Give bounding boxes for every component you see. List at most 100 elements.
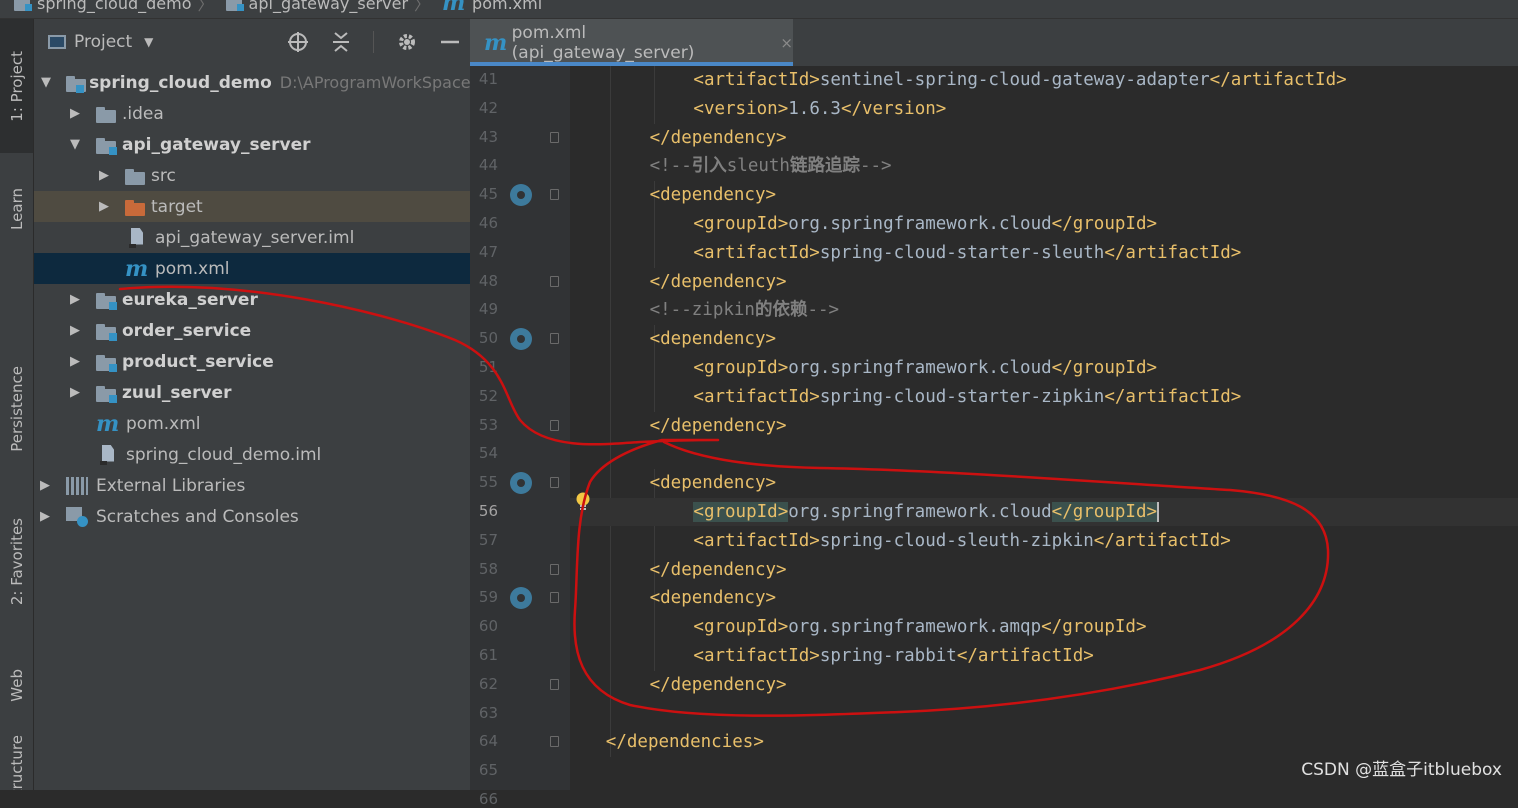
line-number: 65 bbox=[478, 761, 498, 780]
locate-icon[interactable] bbox=[287, 31, 309, 53]
fold-marker-icon[interactable] bbox=[550, 131, 559, 143]
tab-pom-xml[interactable]: m pom.xml (api_gateway_server) × bbox=[470, 19, 793, 66]
collapsed-arrow-icon[interactable]: ▶ bbox=[38, 509, 52, 524]
code-line: <!--引入sleuth链路追踪--> bbox=[650, 152, 892, 180]
tool-tab-persistence[interactable]: Persistence bbox=[0, 339, 33, 479]
tree-item-pom-xml[interactable]: m pom.xml bbox=[34, 253, 470, 284]
line-number: 49 bbox=[478, 300, 498, 319]
editor-gutter[interactable]: 41 42 43 44 45 46 47 48 49 50 51 52 53 54 55 56 57 58 59 60… bbox=[470, 66, 570, 808]
xml-bracket: </ bbox=[1051, 502, 1073, 522]
xml-comment: 引入 bbox=[691, 156, 727, 177]
tree-item-api-gateway-server-iml[interactable]: api_gateway_server.iml bbox=[34, 222, 470, 253]
dependency-gutter-icon[interactable] bbox=[510, 587, 532, 610]
xml-tag: artifactId bbox=[977, 646, 1084, 666]
fold-marker-icon[interactable] bbox=[550, 333, 559, 345]
tree-item-src[interactable]: ▶ src bbox=[34, 160, 470, 191]
line-number: 62 bbox=[478, 674, 498, 693]
xml-text: org.springframework.amqp bbox=[788, 617, 1042, 638]
fold-marker-icon[interactable] bbox=[550, 592, 559, 604]
code-line: <version>1.6.3</version> bbox=[693, 95, 946, 123]
collapsed-arrow-icon[interactable]: ▶ bbox=[97, 199, 111, 214]
xml-tag: version bbox=[703, 98, 778, 119]
expanded-arrow-icon[interactable]: ▼ bbox=[40, 75, 52, 90]
tree-item-idea[interactable]: ▶ .idea bbox=[34, 98, 470, 129]
line-number: 54 bbox=[478, 444, 498, 463]
project-view-selector[interactable]: Project ▼ bbox=[48, 32, 153, 52]
tree-item-product-service[interactable]: ▶ product_service bbox=[34, 346, 470, 377]
tool-tab-structure[interactable]: Structure bbox=[0, 735, 33, 790]
hide-icon[interactable] bbox=[440, 31, 460, 53]
collapsed-arrow-icon[interactable]: ▶ bbox=[97, 168, 111, 183]
collapsed-arrow-icon[interactable]: ▶ bbox=[68, 385, 82, 400]
fold-marker-icon[interactable] bbox=[550, 563, 559, 575]
xml-text: spring-cloud-starter-sleuth bbox=[819, 242, 1105, 263]
tool-tab-learn[interactable]: Learn bbox=[0, 157, 33, 261]
collapsed-arrow-icon[interactable]: ▶ bbox=[38, 478, 52, 493]
collapsed-arrow-icon[interactable]: ▶ bbox=[68, 106, 82, 121]
indent-guide bbox=[609, 66, 611, 758]
dependency-gutter-icon[interactable] bbox=[510, 328, 532, 351]
tool-window-stripe: 1: Project Learn Persistence 2: Favorite… bbox=[0, 19, 34, 790]
collapsed-arrow-icon[interactable]: ▶ bbox=[68, 323, 82, 338]
tree-item-root-pom-xml[interactable]: m pom.xml bbox=[34, 408, 470, 439]
fold-marker-icon[interactable] bbox=[550, 736, 559, 748]
tree-item-spring-cloud-demo[interactable]: ▼ spring_cloud_demo D:\AProgramWorkSpace… bbox=[34, 67, 470, 98]
xml-bracket: > bbox=[777, 358, 789, 378]
xml-bracket: > bbox=[765, 588, 777, 609]
fold-marker-icon[interactable] bbox=[550, 477, 559, 489]
breadcrumb-file[interactable]: m pom.xml bbox=[442, 0, 542, 14]
xml-bracket: > bbox=[1230, 242, 1242, 263]
xml-bracket: </ bbox=[649, 674, 671, 695]
fold-marker-icon[interactable] bbox=[550, 419, 559, 431]
fold-marker-icon[interactable] bbox=[550, 189, 559, 201]
maven-icon: m bbox=[125, 255, 149, 282]
xml-bracket: > bbox=[777, 502, 789, 522]
xml-tag: dependency bbox=[670, 674, 777, 695]
lightbulb-icon[interactable] bbox=[574, 491, 592, 511]
breadcrumb-module[interactable]: api_gateway_server 〉 bbox=[225, 0, 437, 15]
collapsed-arrow-icon[interactable]: ▶ bbox=[68, 354, 82, 369]
tool-tab-favorites[interactable]: 2: Favorites bbox=[0, 497, 33, 627]
xml-tag: artifactId bbox=[703, 530, 810, 551]
tree-item-order-service[interactable]: ▶ order_service bbox=[34, 315, 470, 346]
library-icon bbox=[66, 476, 88, 495]
code-line: <groupId>org.springframework.amqp</group… bbox=[693, 613, 1146, 641]
tree-item-external-libraries[interactable]: ▶ External Libraries bbox=[34, 470, 470, 501]
dependency-gutter-icon[interactable] bbox=[510, 472, 532, 495]
fold-marker-icon[interactable] bbox=[550, 275, 559, 287]
xml-bracket: > bbox=[777, 214, 789, 234]
module-folder-icon bbox=[14, 0, 32, 11]
xml-bracket: > bbox=[776, 127, 787, 148]
xml-bracket: > bbox=[809, 646, 820, 666]
xml-comment: --> bbox=[859, 156, 892, 177]
xml-bracket: > bbox=[776, 559, 787, 580]
collapsed-arrow-icon[interactable]: ▶ bbox=[68, 292, 82, 307]
tree-item-scratches[interactable]: ▶ Scratches and Consoles bbox=[34, 501, 470, 532]
line-number: 52 bbox=[478, 386, 498, 405]
close-icon[interactable]: × bbox=[780, 34, 793, 52]
line-number: 55 bbox=[478, 473, 498, 492]
navigation-bar: spring_cloud_demo 〉 api_gateway_server 〉… bbox=[0, 0, 1518, 19]
xml-bracket: > bbox=[765, 329, 777, 350]
tree-item-target[interactable]: ▶ target bbox=[34, 191, 470, 222]
code-editor[interactable]: <artifactId>sentinel-spring-cloud-gatewa… bbox=[570, 66, 1518, 790]
tool-tab-web[interactable]: Web bbox=[0, 645, 33, 725]
breadcrumb-project[interactable]: spring_cloud_demo 〉 bbox=[14, 0, 220, 15]
fold-marker-icon[interactable] bbox=[550, 678, 559, 690]
expanded-arrow-icon[interactable]: ▼ bbox=[68, 137, 82, 152]
tree-item-api-gateway-server[interactable]: ▼ api_gateway_server bbox=[34, 129, 470, 160]
line-number: 48 bbox=[478, 271, 498, 290]
xml-text: spring-cloud-starter-zipkin bbox=[819, 386, 1105, 407]
tree-item-zuul-server[interactable]: ▶ zuul_server bbox=[34, 377, 470, 408]
gear-icon[interactable] bbox=[396, 31, 418, 53]
collapse-all-icon[interactable] bbox=[331, 31, 351, 53]
xml-bracket: </ bbox=[1041, 617, 1063, 638]
tool-tab-project[interactable]: 1: Project bbox=[0, 19, 33, 153]
dependency-gutter-icon[interactable] bbox=[510, 184, 532, 207]
xml-tag: groupId bbox=[1062, 617, 1136, 638]
tree-item-spring-cloud-demo-iml[interactable]: spring_cloud_demo.iml bbox=[34, 439, 470, 470]
line-number: 60 bbox=[478, 617, 498, 636]
line-number: 61 bbox=[478, 646, 498, 664]
xml-bracket: > bbox=[809, 70, 820, 90]
tree-item-eureka-server[interactable]: ▶ eureka_server bbox=[34, 284, 470, 315]
